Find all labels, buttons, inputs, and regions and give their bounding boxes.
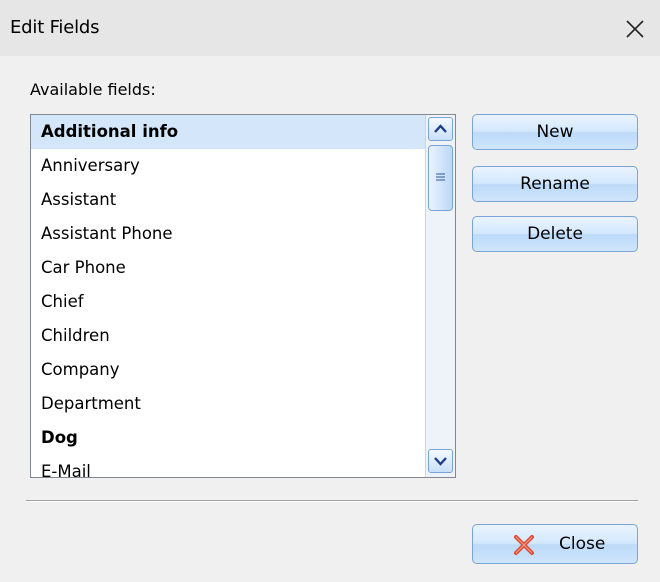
dialog-title: Edit Fields <box>10 17 100 38</box>
list-item[interactable]: Anniversary <box>31 149 425 183</box>
chevron-down-icon <box>434 457 447 466</box>
divider <box>26 500 638 502</box>
list-item[interactable]: Assistant Phone <box>31 217 425 251</box>
list-item[interactable]: Dog <box>31 421 425 455</box>
new-button[interactable]: New <box>472 114 638 150</box>
list-item[interactable]: E-Mail <box>31 455 425 477</box>
list-item[interactable]: Chief <box>31 285 425 319</box>
available-fields-label: Available fields: <box>30 80 156 99</box>
close-icon[interactable] <box>618 12 652 46</box>
grip-icon <box>436 173 445 181</box>
close-button-label: Close <box>559 534 606 554</box>
scroll-up-button[interactable] <box>428 117 453 141</box>
list-item[interactable]: Car Phone <box>31 251 425 285</box>
scroll-down-button[interactable] <box>428 449 453 473</box>
red-x-icon <box>514 535 534 555</box>
delete-button[interactable]: Delete <box>472 216 638 252</box>
edit-fields-dialog: Edit Fields Available fields: Additional… <box>0 0 660 582</box>
scroll-thumb[interactable] <box>428 145 453 211</box>
list-item[interactable]: Additional info <box>31 115 425 149</box>
rename-button[interactable]: Rename <box>472 166 638 202</box>
fields-list: Additional info Anniversary Assistant Assis… <box>31 115 425 477</box>
fields-listbox[interactable]: Additional info Anniversary Assistant Assis… <box>30 114 456 478</box>
chevron-up-icon <box>434 124 447 133</box>
list-item[interactable]: Children <box>31 319 425 353</box>
close-button[interactable]: Close <box>472 524 638 564</box>
list-item[interactable]: Company <box>31 353 425 387</box>
list-item[interactable]: Department <box>31 387 425 421</box>
vertical-scrollbar[interactable] <box>425 115 455 477</box>
list-item[interactable]: Assistant <box>31 183 425 217</box>
title-bar: Edit Fields <box>0 0 660 56</box>
